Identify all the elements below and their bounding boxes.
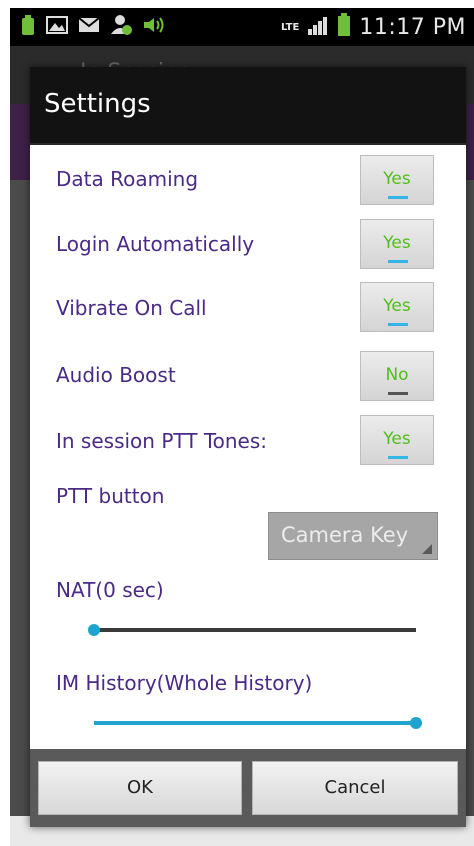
login-automatically-value: Yes — [383, 233, 411, 253]
system-icons: LTE 11:17 PM — [281, 8, 466, 46]
toggle-indicator — [388, 392, 408, 395]
nat-slider-thumb[interactable] — [88, 624, 100, 636]
ptt-tones-value: Yes — [383, 429, 411, 449]
spinner-arrow-icon — [422, 544, 432, 554]
toggle-indicator — [388, 323, 408, 326]
signal-icon — [307, 14, 329, 40]
audio-boost-toggle[interactable]: No — [360, 351, 434, 401]
cancel-button[interactable]: Cancel — [252, 761, 458, 815]
nat-slider-track — [94, 628, 416, 632]
toggle-indicator — [388, 196, 408, 199]
audio-boost-value: No — [385, 365, 409, 385]
settings-list: Data Roaming Yes Login Automatically Yes… — [30, 145, 466, 819]
dialog-button-bar: OK Cancel — [30, 749, 466, 827]
app-notification-icon — [20, 14, 36, 40]
vibrate-on-call-label: Vibrate On Call — [56, 296, 207, 320]
login-automatically-toggle[interactable]: Yes — [360, 219, 434, 269]
data-roaming-toggle[interactable]: Yes — [360, 155, 434, 205]
status-bar: LTE 11:17 PM — [10, 8, 474, 46]
vibrate-on-call-toggle[interactable]: Yes — [360, 282, 434, 332]
dialog-title-bar: Settings — [30, 67, 466, 145]
data-roaming-value: Yes — [383, 169, 411, 189]
clock: 11:17 PM — [359, 14, 466, 40]
ptt-tones-toggle[interactable]: Yes — [360, 415, 434, 465]
notification-icons — [20, 8, 168, 46]
mail-icon — [78, 16, 100, 38]
data-roaming-label: Data Roaming — [56, 167, 199, 191]
ptt-button-selected: Camera Key — [281, 523, 409, 547]
image-icon — [46, 15, 68, 39]
nat-label: NAT(0 sec) — [56, 578, 164, 602]
im-history-slider-fill — [94, 721, 416, 725]
ptt-button-spinner[interactable]: Camera Key — [268, 512, 438, 560]
im-history-label: IM History(Whole History) — [56, 671, 313, 695]
volume-icon — [142, 16, 168, 38]
contact-icon — [110, 14, 132, 40]
im-history-slider[interactable] — [94, 715, 422, 731]
audio-boost-label: Audio Boost — [56, 363, 176, 387]
ok-button[interactable]: OK — [38, 761, 242, 815]
ptt-button-label: PTT button — [56, 484, 165, 508]
settings-dialog: Settings Data Roaming Yes Login Automati… — [30, 67, 466, 827]
toggle-indicator — [388, 260, 408, 263]
dialog-title: Settings — [44, 89, 151, 119]
login-automatically-label: Login Automatically — [56, 232, 255, 256]
nat-slider[interactable] — [88, 622, 416, 638]
im-history-slider-thumb[interactable] — [410, 717, 422, 729]
vibrate-on-call-value: Yes — [383, 296, 411, 316]
ptt-tones-label: In session PTT Tones: — [56, 429, 268, 453]
battery-icon — [337, 13, 351, 41]
network-type: LTE — [280, 21, 300, 33]
toggle-indicator — [388, 456, 408, 459]
